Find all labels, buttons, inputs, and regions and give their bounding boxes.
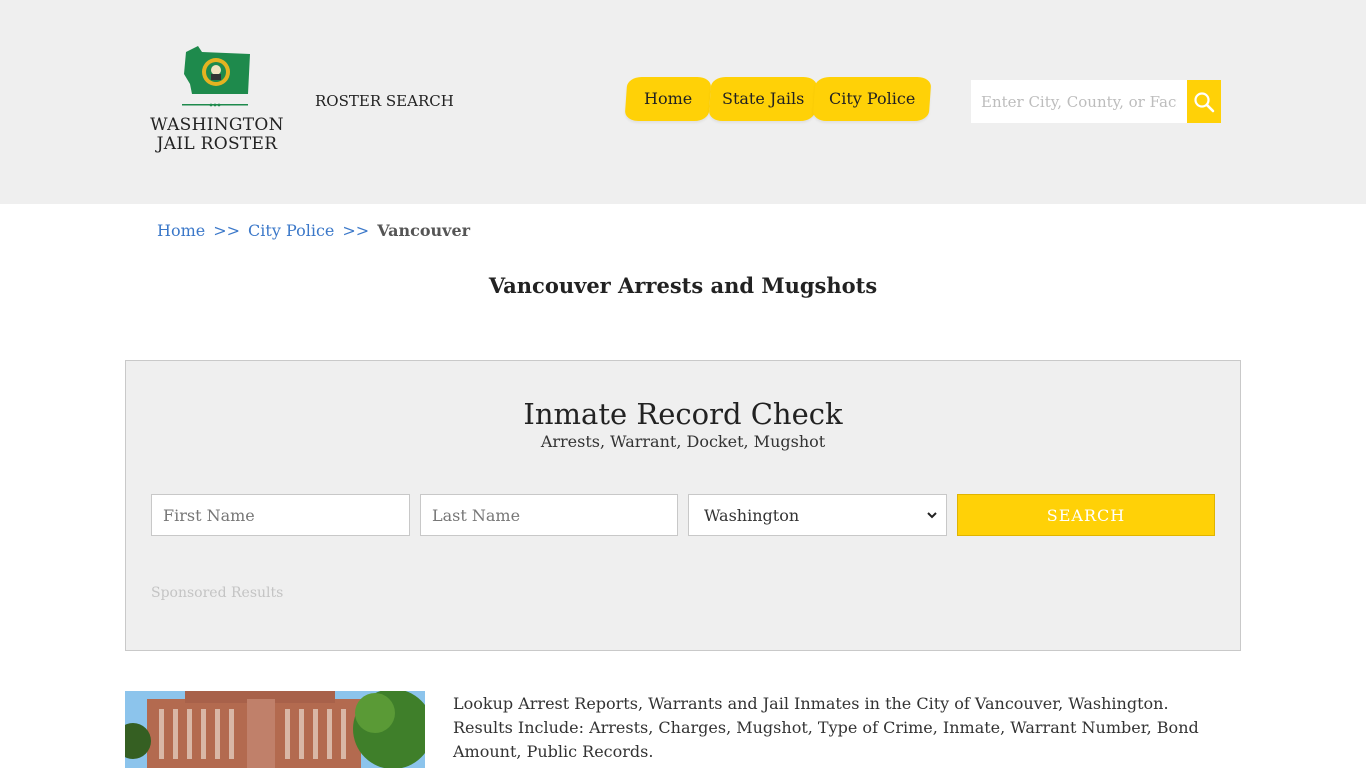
site-logo[interactable]: WASHINGTON JAIL ROSTER <box>148 44 286 160</box>
breadcrumb-home[interactable]: Home <box>157 221 205 240</box>
state-select[interactable]: Washington <box>688 494 947 536</box>
record-check-subtitle: Arrests, Warrant, Docket, Mugshot <box>540 432 826 451</box>
nav-state-jails-label: State Jails <box>721 89 805 108</box>
last-name-input[interactable] <box>420 494 678 536</box>
breadcrumb: Home >> City Police >> Vancouver <box>157 221 470 240</box>
police-building-photo <box>125 691 425 768</box>
breadcrumb-current: Vancouver <box>377 221 471 240</box>
nav-state-jails[interactable]: State Jails <box>708 77 818 121</box>
inmate-record-check-panel: Inmate Record Check Arrests, Warrant, Do… <box>125 360 1241 651</box>
logo-text: WASHINGTON JAIL ROSTER <box>148 116 286 154</box>
chevron-down-icon <box>927 512 937 519</box>
site-search-button[interactable] <box>1187 80 1221 123</box>
nav-home[interactable]: Home <box>624 77 712 121</box>
page-description: Lookup Arrest Reports, Warrants and Jail… <box>453 694 1199 761</box>
record-check-title: Inmate Record Check <box>523 397 843 431</box>
search-icon <box>1194 91 1215 112</box>
record-search-button[interactable]: SEARCH <box>957 494 1215 536</box>
site-search-input[interactable] <box>971 80 1187 123</box>
first-name-input[interactable] <box>151 494 410 536</box>
logo-line2: JAIL ROSTER <box>156 134 278 154</box>
breadcrumb-separator: >> <box>342 221 370 240</box>
site-header: WASHINGTON JAIL ROSTER ROSTER SEARCH Hom… <box>0 0 1366 204</box>
building-image <box>125 691 425 768</box>
nav-city-police[interactable]: City Police <box>812 77 932 121</box>
breadcrumb-separator: >> <box>213 221 241 240</box>
state-select-value: Washington <box>704 505 800 525</box>
washington-state-icon <box>182 46 250 107</box>
breadcrumb-city-police[interactable]: City Police <box>248 221 334 240</box>
nav-home-label: Home <box>643 89 693 108</box>
sponsored-results-label: Sponsored Results <box>151 585 284 601</box>
roster-search-link[interactable]: ROSTER SEARCH <box>315 92 454 110</box>
page-title: Vancouver Arrests and Mugshots <box>488 273 878 298</box>
logo-line1: WASHINGTON <box>150 115 284 135</box>
nav-city-police-label: City Police <box>828 89 916 108</box>
